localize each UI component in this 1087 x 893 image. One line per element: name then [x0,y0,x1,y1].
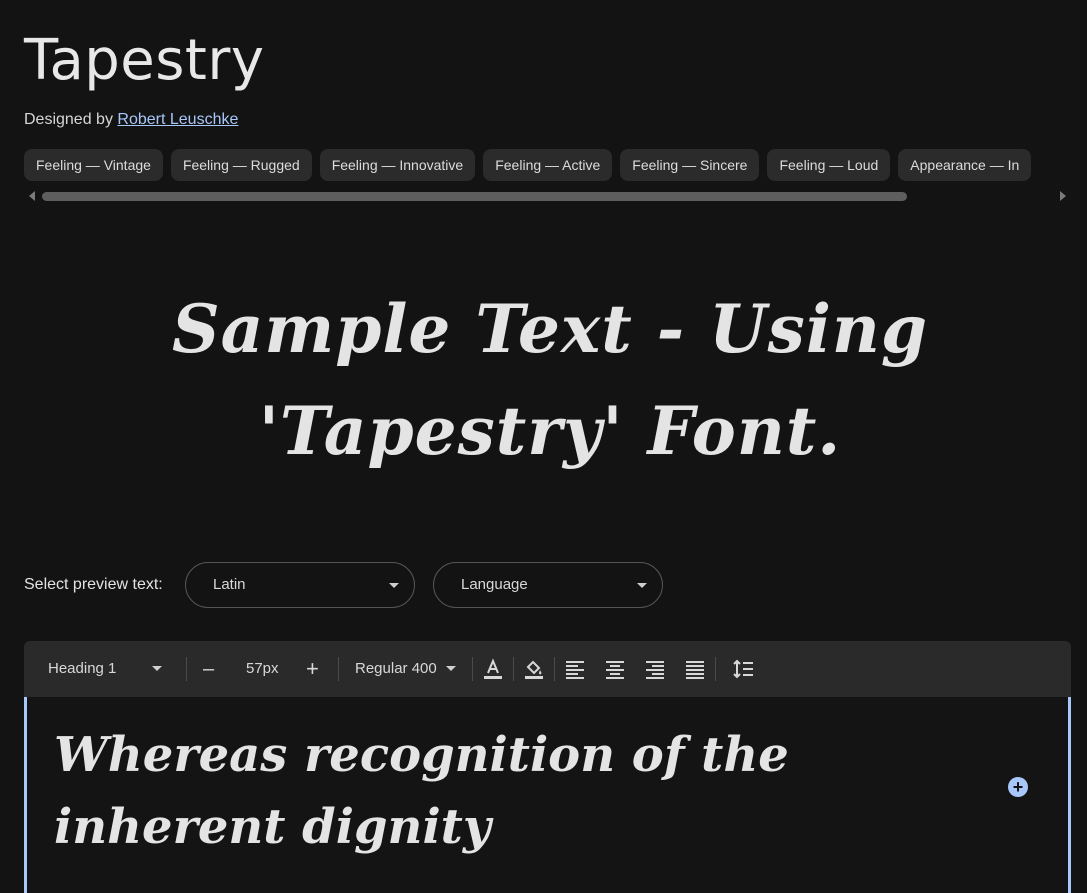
align-justify-icon[interactable] [683,657,707,681]
font-size-value[interactable]: 57px [246,641,279,697]
tag-chip[interactable]: Feeling — Loud [767,149,891,181]
language-dropdown-value: Language [461,576,528,593]
chevron-down-icon [446,666,456,671]
decrease-size-button[interactable]: – [203,641,214,697]
toolbar-divider [715,657,716,681]
preview-editor[interactable]: Whereas recognition of the inherent dign… [24,697,1071,893]
tag-chip-list: Feeling — Vintage Feeling — Rugged Feeling… [24,149,1087,182]
hero-sample-text: Sample Text - Using 'Tapestry' Font. [100,278,1000,482]
add-circle-icon[interactable]: + [1008,777,1028,797]
chevron-down-icon [389,583,399,588]
scroll-left-arrow-icon[interactable] [29,191,35,201]
designed-by-label: Designed by [24,111,113,128]
designer-link[interactable]: Robert Leuschke [117,111,238,128]
toolbar-divider [513,657,514,681]
hero-line-2: 'Tapestry' Font. [258,392,842,470]
scroll-right-arrow-icon[interactable] [1060,191,1066,201]
line-height-icon[interactable] [731,657,755,681]
toolbar-divider [472,657,473,681]
text-style-select[interactable]: Heading 1 [48,641,163,697]
editor-text[interactable]: Whereas recognition of the inherent dign… [54,719,974,863]
highlight-color-icon[interactable] [522,657,546,681]
language-dropdown[interactable]: Language [433,562,663,608]
preview-select-label: Select preview text: [24,576,163,593]
tag-chip[interactable]: Appearance — In [898,149,1032,181]
tag-chip[interactable]: Feeling — Innovative [319,149,476,181]
designer-line: Designed by Robert Leuschke [24,111,238,129]
hero-line-1: Sample Text - Using [171,290,929,368]
font-title: Tapestry [24,28,265,93]
script-dropdown[interactable]: Latin [185,562,415,608]
font-weight-value: Regular 400 [355,660,437,677]
text-color-icon[interactable] [481,657,505,681]
font-weight-select[interactable]: Regular 400 [355,641,460,697]
toolbar-divider [554,657,555,681]
increase-size-button[interactable]: + [306,641,319,697]
align-left-icon[interactable] [563,657,587,681]
toolbar-divider [338,657,339,681]
align-right-icon[interactable] [643,657,667,681]
tag-chip[interactable]: Feeling — Vintage [24,149,163,181]
horizontal-scrollbar-thumb[interactable] [42,192,907,201]
text-style-value: Heading 1 [48,660,117,677]
chevron-down-icon [637,583,647,588]
toolbar-divider [186,657,187,681]
chevron-down-icon [152,666,162,671]
align-center-icon[interactable] [603,657,627,681]
editor-toolbar: Heading 1 – 57px + Regular 400 [24,641,1071,697]
script-dropdown-value: Latin [213,576,246,593]
tag-chip[interactable]: Feeling — Sincere [620,149,760,181]
tag-chip[interactable]: Feeling — Active [483,149,613,181]
tag-chip[interactable]: Feeling — Rugged [170,149,312,181]
